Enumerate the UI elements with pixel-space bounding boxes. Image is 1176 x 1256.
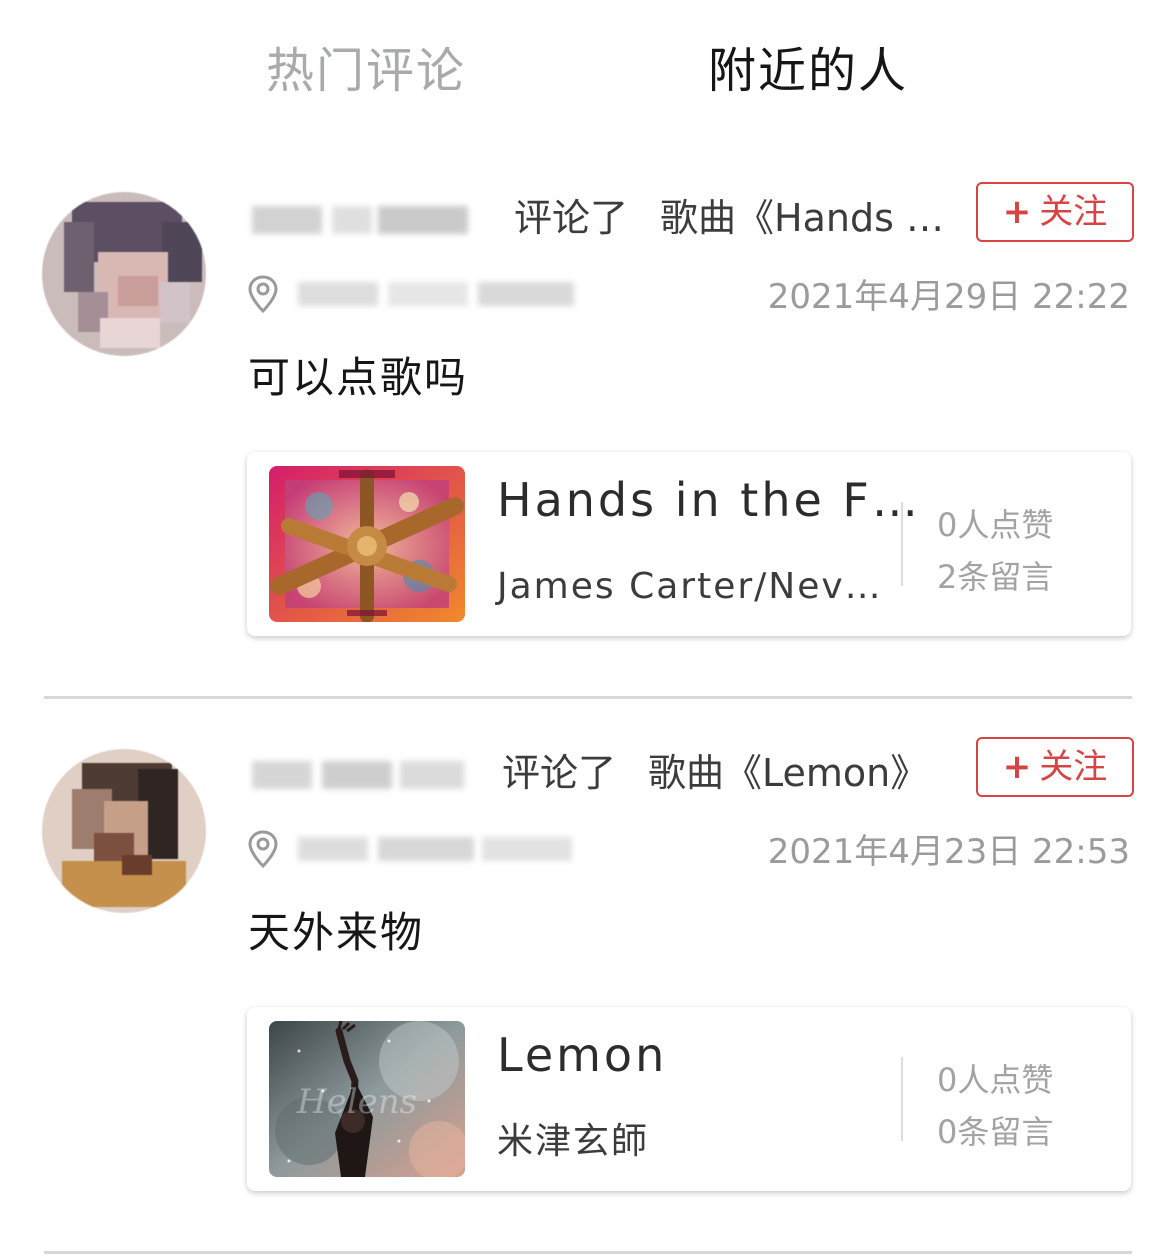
- avatar[interactable]: [42, 749, 206, 913]
- follow-button[interactable]: + 关注: [976, 737, 1134, 797]
- lemon-album-cover: Helens: [269, 1021, 465, 1177]
- song-title: Lemon: [497, 1028, 668, 1082]
- post-time: 2021年4月29日 22:22: [767, 277, 1130, 317]
- location-blurred: [292, 276, 584, 312]
- feed-item: 评论了 歌曲《Hands … + 关注 2021年4月29日 22:22 可以点歌吗: [0, 170, 1176, 726]
- item-divider: [44, 696, 1132, 699]
- hands-album-cover: [269, 466, 465, 622]
- comment-text: 可以点歌吗: [248, 353, 469, 402]
- follow-button[interactable]: + 关注: [976, 182, 1134, 242]
- comment-action: 评论了 歌曲《Hands …: [514, 190, 944, 246]
- song-card[interactable]: Hands in the F… James Carter/Nev… 0人点赞 2…: [247, 452, 1131, 636]
- tab-hot-comments[interactable]: 热门评论: [266, 36, 466, 106]
- svg-text:Helens: Helens: [296, 1082, 417, 1122]
- album-cover: Helens: [269, 1021, 465, 1177]
- item-divider: [44, 1251, 1132, 1254]
- location-pin-icon: [248, 275, 278, 314]
- card-divider: [901, 1057, 903, 1141]
- song-title: Hands in the F…: [497, 473, 921, 527]
- plus-icon: +: [1002, 192, 1032, 232]
- song-artist: 米津玄師: [497, 1121, 650, 1162]
- follow-label: 关注: [1039, 747, 1108, 787]
- like-count: 0人点赞: [937, 1061, 1054, 1099]
- follow-label: 关注: [1039, 192, 1108, 232]
- nearby-feed-screen: 热门评论 附近的人 评论了 歌曲《Hands … + 关注 2021年4月29日…: [0, 0, 1176, 1256]
- album-cover: [269, 466, 465, 622]
- song-artist: James Carter/Nev…: [497, 566, 883, 607]
- action-label: 评论了: [502, 751, 617, 795]
- like-count: 0人点赞: [937, 506, 1054, 544]
- comment-action: 评论了 歌曲《Lemon》: [502, 745, 928, 801]
- message-count: 2条留言: [937, 558, 1054, 596]
- comment-text: 天外来物: [248, 908, 425, 957]
- card-divider: [901, 502, 903, 586]
- username-blurred[interactable]: [244, 755, 470, 795]
- username-blurred[interactable]: [244, 200, 482, 240]
- song-card[interactable]: Helens Lemon 米津玄師 0人点赞 0条留言: [247, 1007, 1131, 1191]
- song-target[interactable]: 歌曲《Hands …: [660, 196, 944, 240]
- action-label: 评论了: [514, 196, 629, 240]
- location-pin-icon: [248, 830, 278, 869]
- post-time: 2021年4月23日 22:53: [767, 832, 1130, 872]
- message-count: 0条留言: [937, 1113, 1054, 1151]
- feed-item: 评论了歌曲《Lemon》 +关注 2021年4月23日 22:53 天外来物: [0, 725, 1176, 1256]
- tab-nearby-people[interactable]: 附近的人: [708, 36, 908, 106]
- avatar[interactable]: [42, 192, 206, 356]
- song-target[interactable]: 歌曲《Lemon》: [648, 751, 928, 795]
- location-blurred: [292, 831, 584, 867]
- plus-icon: +: [1002, 747, 1032, 787]
